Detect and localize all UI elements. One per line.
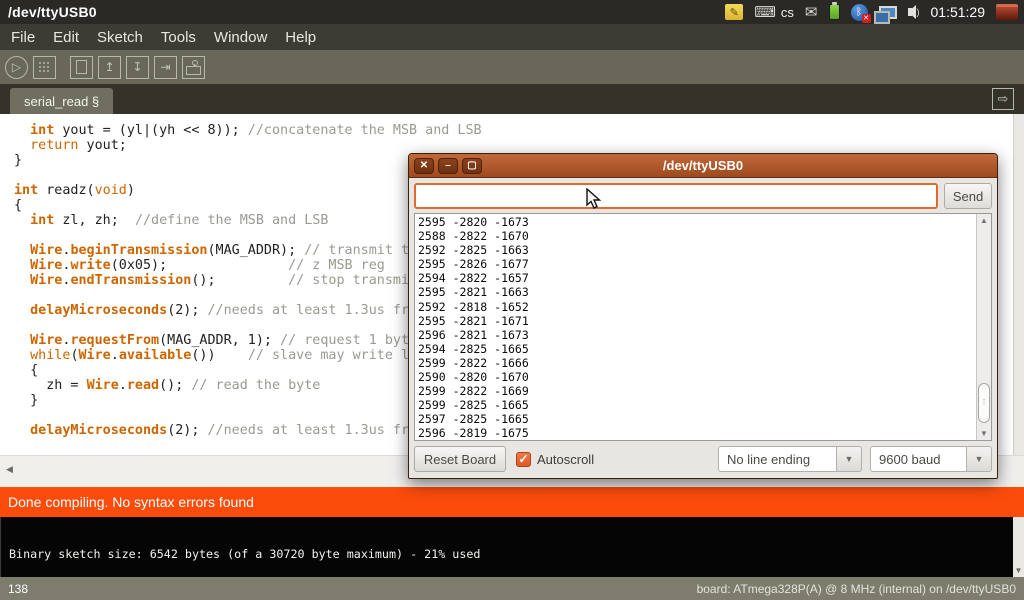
compile-status-bar: Done compiling. No syntax errors found <box>0 487 1024 517</box>
toolbar: ▷ ↥ ↧ ⇥ <box>0 50 1024 84</box>
bluetooth-icon[interactable]: ᛒ✕ <box>851 4 868 21</box>
serial-line: 2590 -2820 -1670 <box>418 370 529 384</box>
serial-line: 2595 -2826 -1677 <box>418 257 529 271</box>
serial-line: 2594 -2825 -1665 <box>418 342 529 356</box>
network-icon[interactable] <box>879 6 897 19</box>
serial-line: 2592 -2825 -1663 <box>418 243 529 257</box>
menu-item-help[interactable]: Help <box>276 29 325 46</box>
serial-line: 2599 -2822 -1666 <box>418 356 529 370</box>
serial-monitor-body: Send 2595 -2820 -16732588 -2822 -1670259… <box>409 178 997 478</box>
serial-line: 2595 -2820 -1673 <box>418 215 529 229</box>
code-line: return yout; <box>14 138 1013 153</box>
serial-line: 2599 -2825 -1665 <box>418 398 529 412</box>
serial-line: 2596 -2821 -1673 <box>418 328 529 342</box>
editor-vertical-scrollbar[interactable] <box>1013 114 1024 455</box>
scroll-down-icon[interactable]: ▼ <box>977 429 991 438</box>
scroll-up-icon[interactable]: ▲ <box>977 216 991 225</box>
code-line: int yout = (yl|(yh << 8)); //concatenate… <box>14 123 1013 138</box>
serial-output-area[interactable]: 2595 -2820 -16732588 -2822 -16702592 -28… <box>414 213 992 441</box>
tab-label: serial_read § <box>24 94 99 109</box>
baud-rate-value: 9600 baud <box>870 446 966 472</box>
serial-line: 2595 -2821 -1671 <box>418 314 529 328</box>
desktop-top-panel: /dev/ttyUSB0 ✎ ⌨ cs ✉ ᛒ✕ ) 01:51:29 <box>0 0 1024 24</box>
serial-scrollbar[interactable]: ▲ ▼ ⋮ <box>976 214 991 440</box>
mail-icon[interactable]: ✉ <box>805 3 818 21</box>
menu-item-file[interactable]: File <box>2 29 44 46</box>
note-applet-icon[interactable]: ✎ <box>725 4 743 20</box>
menu-item-edit[interactable]: Edit <box>44 29 88 46</box>
build-console: Binary sketch size: 6542 bytes (of a 307… <box>0 517 1024 577</box>
upload-icon[interactable]: ⇥ <box>154 56 177 79</box>
board-info: board: ATmega328P(A) @ 8 MHz (internal) … <box>697 582 1016 596</box>
menu-item-window[interactable]: Window <box>205 29 276 46</box>
chevron-down-icon[interactable]: ▼ <box>836 446 862 472</box>
volume-icon[interactable]: ) <box>908 5 920 19</box>
mouse-cursor <box>586 188 602 210</box>
line-ending-value: No line ending <box>718 446 836 472</box>
system-tray: ✎ ⌨ cs ✉ ᛒ✕ ) 01:51:29 <box>725 0 1024 24</box>
bluetooth-off-badge: ✕ <box>862 14 871 23</box>
verify-icon[interactable]: ▷ <box>5 56 28 79</box>
chevron-down-icon[interactable]: ▼ <box>966 446 992 472</box>
footer-status-bar: 138 board: ATmega328P(A) @ 8 MHz (intern… <box>0 577 1024 600</box>
serial-monitor-titlebar[interactable]: ✕ – ▢ /dev/ttyUSB0 <box>409 154 997 178</box>
battery-icon[interactable] <box>829 4 840 20</box>
serial-line: 2594 -2822 -1657 <box>418 271 529 285</box>
serial-line: 2599 -2822 -1669 <box>418 384 529 398</box>
reset-board-button[interactable]: Reset Board <box>414 446 506 472</box>
menu-item-tools[interactable]: Tools <box>152 29 205 46</box>
menu-bar: FileEditSketchToolsWindowHelp <box>0 24 1024 50</box>
menu-item-sketch[interactable]: Sketch <box>88 29 152 46</box>
serial-line: 2597 -2825 -1665 <box>418 412 529 426</box>
serial-output-lines: 2595 -2820 -16732588 -2822 -16702592 -28… <box>418 215 529 441</box>
serial-monitor-window: ✕ – ▢ /dev/ttyUSB0 Send 2595 -2820 -1673… <box>408 153 998 479</box>
baud-rate-select[interactable]: 9600 baud ▼ <box>870 446 992 472</box>
tab-bar: serial_read § ⇨ <box>0 84 1024 114</box>
serial-line: 2596 -2819 -1675 <box>418 426 529 440</box>
serial-line: 2588 -2822 -1670 <box>418 229 529 243</box>
console-scrollbar[interactable]: ▼ <box>1013 517 1024 577</box>
serial-controls-row: Reset Board ✓ Autoscroll No line ending … <box>414 445 992 473</box>
autoscroll-label: Autoscroll <box>537 452 594 467</box>
serial-monitor-icon[interactable] <box>182 56 205 79</box>
send-button[interactable]: Send <box>944 183 992 209</box>
autoscroll-checkbox[interactable]: ✓ <box>516 452 531 467</box>
scrollbar-thumb[interactable]: ⋮ <box>978 383 990 423</box>
tab-serial-read[interactable]: serial_read § <box>10 88 113 114</box>
new-sketch-icon[interactable] <box>70 56 93 79</box>
clock[interactable]: 01:51:29 <box>931 4 986 20</box>
tab-menu-icon[interactable]: ⇨ <box>992 88 1014 110</box>
serial-monitor-title: /dev/ttyUSB0 <box>409 158 997 173</box>
keyboard-layout-label[interactable]: cs <box>781 5 794 20</box>
keyboard-layout-icon[interactable]: ⌨ <box>754 3 776 21</box>
session-power-icon[interactable] <box>996 4 1018 20</box>
open-icon[interactable]: ↥ <box>98 56 121 79</box>
active-window-title: /dev/ttyUSB0 <box>0 4 97 20</box>
save-icon[interactable]: ↧ <box>126 56 149 79</box>
serial-input[interactable] <box>414 183 938 209</box>
serial-line: 2595 -2821 -1663 <box>418 285 529 299</box>
serial-line: 2592 -2818 -1652 <box>418 300 529 314</box>
line-ending-select[interactable]: No line ending ▼ <box>718 446 862 472</box>
serial-input-row: Send <box>414 183 992 209</box>
stop-icon[interactable] <box>33 56 56 79</box>
line-number: 138 <box>8 582 28 596</box>
compile-status-message: Done compiling. No syntax errors found <box>8 494 254 510</box>
console-output: Binary sketch size: 6542 bytes (of a 307… <box>9 547 480 561</box>
